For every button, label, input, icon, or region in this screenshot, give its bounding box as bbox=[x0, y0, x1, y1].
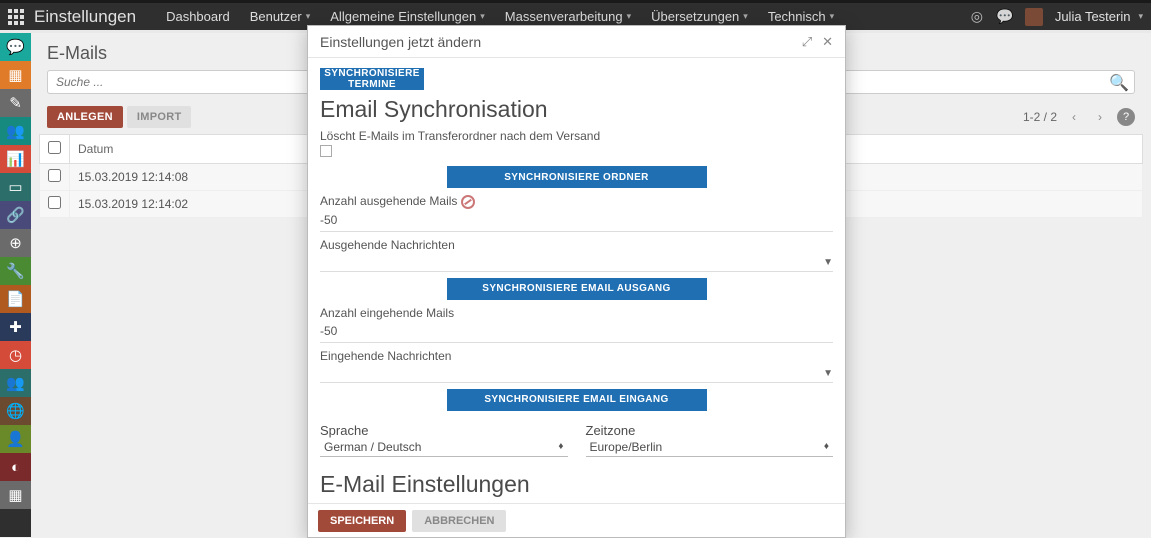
out-count-label: Anzahl ausgehende Mails bbox=[320, 194, 457, 208]
close-icon[interactable]: ✕ bbox=[822, 34, 833, 50]
sync-termine-button[interactable]: SYNCHRONISIERE TERMINE bbox=[320, 68, 424, 90]
delete-transfer-label: Löscht E-Mails im Transferordner nach de… bbox=[320, 129, 833, 143]
timezone-label: Zeitzone bbox=[586, 423, 834, 438]
in-msgs-label: Eingehende Nachrichten bbox=[320, 349, 833, 363]
timezone-select[interactable]: Europe/Berlin♦ bbox=[586, 438, 834, 457]
expand-icon[interactable]: ⤢ bbox=[802, 34, 812, 50]
out-msgs-select[interactable]: ▼ bbox=[320, 254, 833, 272]
language-label: Sprache bbox=[320, 423, 568, 438]
cancel-button[interactable]: ABBRECHEN bbox=[412, 510, 506, 532]
language-select[interactable]: German / Deutsch♦ bbox=[320, 438, 568, 457]
delete-transfer-checkbox[interactable] bbox=[320, 145, 332, 157]
in-count-value[interactable]: -50 bbox=[320, 322, 833, 343]
sync-ordner-button[interactable]: SYNCHRONISIERE ORDNER bbox=[447, 166, 707, 188]
modal-title: Einstellungen jetzt ändern bbox=[320, 34, 481, 50]
in-count-label: Anzahl eingehende Mails bbox=[320, 306, 833, 320]
blocked-icon bbox=[461, 195, 475, 209]
settings-modal: Einstellungen jetzt ändern ⤢ ✕ SYNCHRONI… bbox=[307, 25, 846, 538]
sync-in-button[interactable]: SYNCHRONISIERE EMAIL EINGANG bbox=[447, 389, 707, 411]
email-settings-heading: E-Mail Einstellungen bbox=[320, 471, 833, 498]
out-count-value[interactable]: -50 bbox=[320, 211, 833, 232]
save-button[interactable]: SPEICHERN bbox=[318, 510, 406, 532]
in-msgs-select[interactable]: ▼ bbox=[320, 365, 833, 383]
email-sync-heading: Email Synchronisation bbox=[320, 96, 833, 123]
sync-out-button[interactable]: SYNCHRONISIERE EMAIL AUSGANG bbox=[447, 278, 707, 300]
out-msgs-label: Ausgehende Nachrichten bbox=[320, 238, 833, 252]
